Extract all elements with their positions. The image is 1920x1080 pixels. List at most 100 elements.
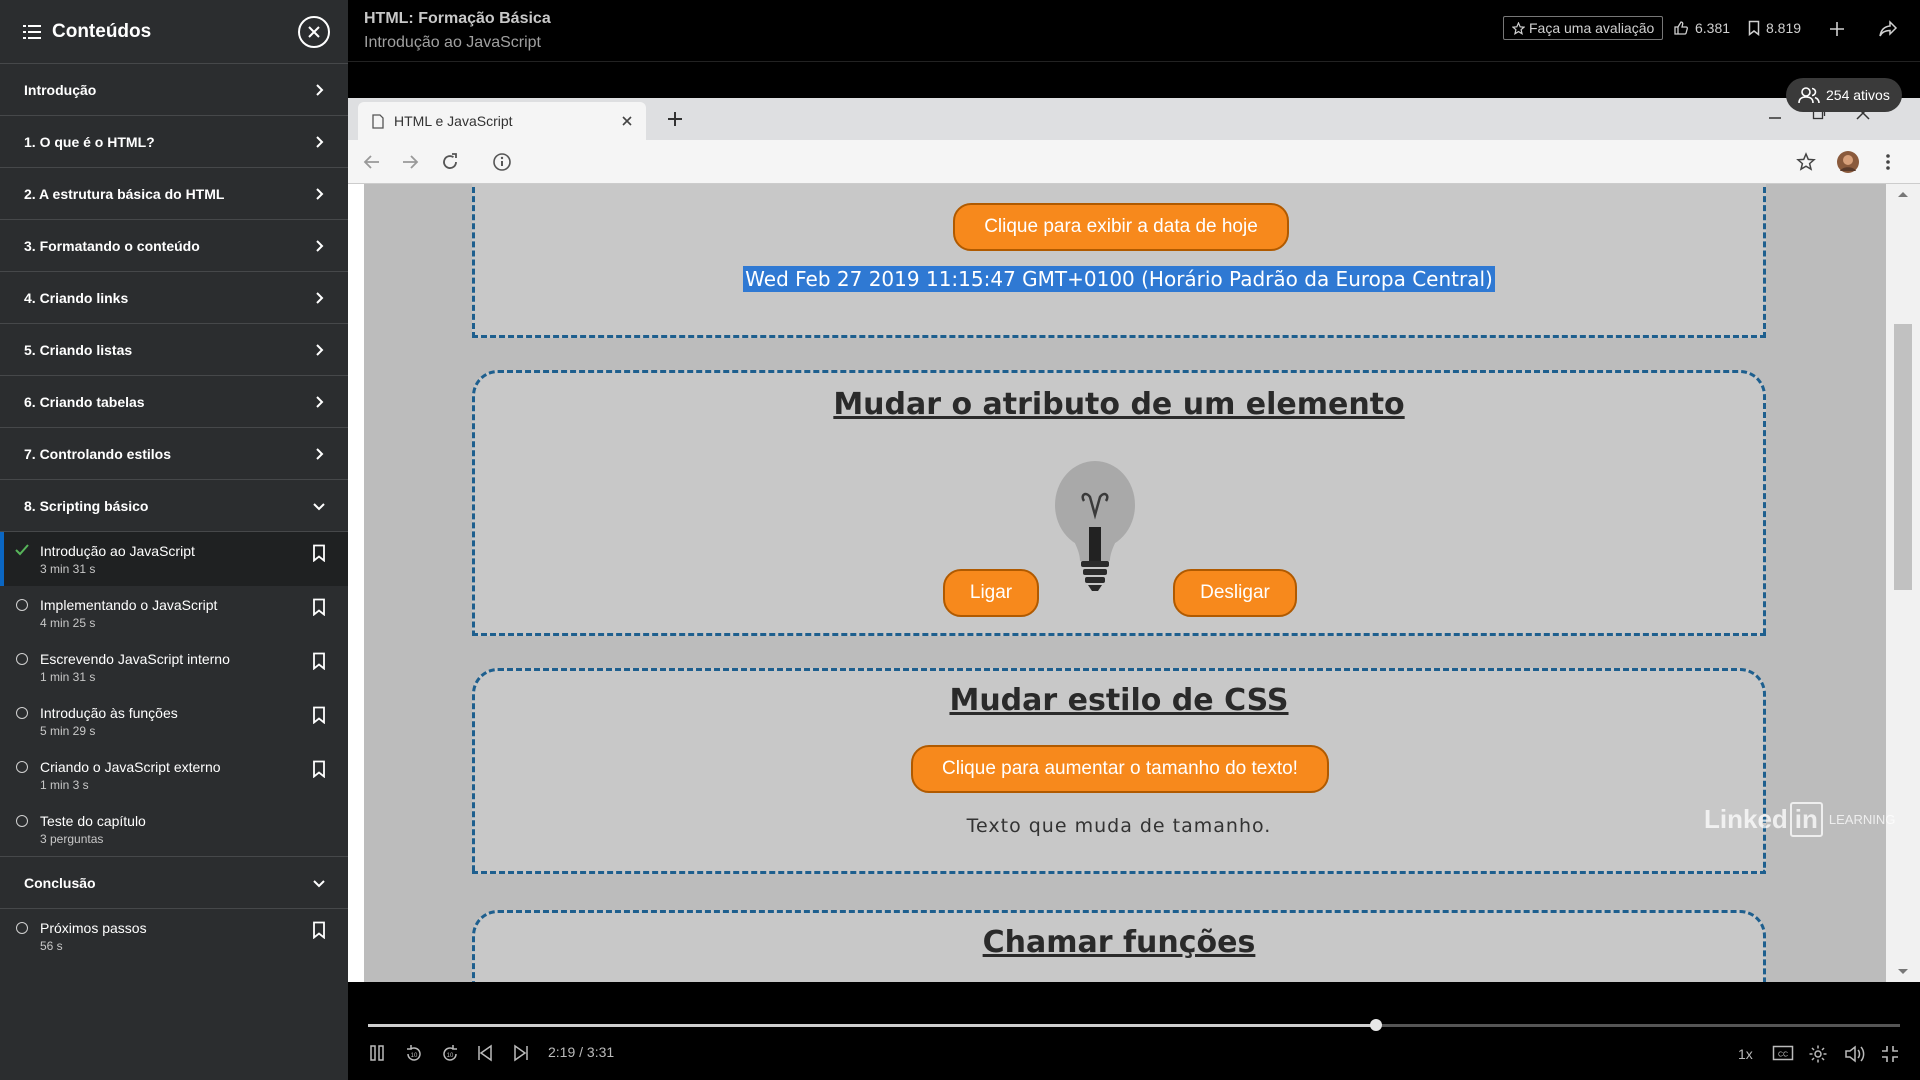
lesson-item[interactable]: Escrevendo JavaScript interno 1 min 31 s — [0, 640, 348, 694]
css-panel: Mudar estilo de CSS Clique para aumentar… — [472, 668, 1766, 874]
contents-sidebar: Conteúdos Introdução 1. O que é o HTML? 2.… — [0, 0, 348, 1080]
bookmark-icon[interactable] — [312, 760, 326, 778]
checkmark-icon — [15, 544, 29, 556]
incomplete-circle-icon — [16, 653, 28, 665]
chapter-item[interactable]: 3. Formatando o conteúdo — [0, 220, 348, 272]
turn-on-button: Ligar — [943, 569, 1039, 617]
lesson-duration: 1 min 31 s — [40, 670, 96, 684]
bookmark-icon[interactable] — [312, 652, 326, 670]
functions-panel: Chamar funções — [472, 910, 1766, 982]
lesson-title: Escrevendo JavaScript interno — [40, 651, 230, 667]
lesson-text: Criando o JavaScript externo 1 min 3 s — [40, 758, 312, 792]
chapter-item[interactable]: 7. Controlando estilos — [0, 428, 348, 480]
lesson-item[interactable]: Teste do capítulo 3 perguntas — [0, 802, 348, 856]
active-users-badge: 254 ativos — [1786, 78, 1902, 112]
chapter-item-scripting[interactable]: 8. Scripting básico — [0, 480, 348, 532]
lesson-duration: 1 min 3 s — [40, 778, 89, 792]
attribute-heading: Mudar o atributo de um elemento — [833, 387, 1405, 422]
bookmark-icon[interactable] — [312, 598, 326, 616]
chapter-label: 2. A estrutura básica do HTML — [24, 185, 225, 202]
svg-text:10: 10 — [447, 1053, 454, 1059]
volume-button[interactable] — [1844, 1044, 1866, 1064]
lesson-title: Introdução ao JavaScript — [364, 34, 541, 51]
chapter-item[interactable]: 5. Criando listas — [0, 324, 348, 376]
lesson-text: Próximos passos 56 s — [40, 919, 312, 953]
svg-text:10: 10 — [411, 1053, 418, 1059]
plus-icon — [1830, 22, 1844, 36]
chevron-right-icon — [316, 343, 324, 356]
chapter-label: 4. Criando links — [24, 289, 129, 306]
share-button[interactable] — [1878, 20, 1898, 38]
lesson-title: Teste do capítulo — [40, 813, 146, 829]
chapter-item[interactable]: Introdução — [0, 64, 348, 116]
settings-gear-button[interactable] — [1808, 1044, 1828, 1064]
lesson-text: Introdução ao JavaScript 3 min 31 s — [40, 542, 312, 576]
lesson-title: Implementando o JavaScript — [40, 597, 218, 613]
lesson-item[interactable]: Próximos passos 56 s — [0, 909, 348, 963]
lesson-item[interactable]: Criando o JavaScript externo 1 min 3 s — [0, 748, 348, 802]
recorded-web-page: Clique para exibir a data de hoje Wed Fe… — [364, 184, 1886, 982]
lesson-list: Introdução ao JavaScript 3 min 31 s Implem… — [0, 532, 348, 856]
functions-heading: Chamar funções — [982, 925, 1256, 960]
lesson-item[interactable]: Introdução ao JavaScript 3 min 31 s — [0, 532, 348, 586]
watermark-in: in — [1789, 802, 1823, 837]
page-scrollbar — [1886, 184, 1920, 982]
svg-text:CC: CC — [1778, 1052, 1788, 1059]
bookmark-icon[interactable] — [312, 921, 326, 939]
browser-toolbar — [348, 140, 1920, 184]
browser-tab: HTML e JavaScript — [358, 102, 646, 140]
captions-button[interactable]: CC — [1772, 1044, 1794, 1062]
lesson-text: Introdução às funções 5 min 29 s — [40, 704, 312, 738]
like-count: 6.381 — [1695, 20, 1731, 36]
star-icon — [1796, 152, 1816, 171]
rate-course-button[interactable]: Faça uma avaliação — [1503, 16, 1664, 40]
watermark-learning: LEARNING — [1828, 812, 1896, 827]
progress-handle[interactable] — [1370, 1019, 1383, 1031]
chevron-down-icon — [313, 879, 325, 887]
exit-fullscreen-button[interactable] — [1880, 1044, 1900, 1064]
thumbs-up-icon — [1674, 21, 1688, 35]
playback-speed-button[interactable]: 1x — [1738, 1046, 1753, 1062]
incomplete-circle-icon — [16, 707, 28, 719]
incomplete-circle-icon — [16, 922, 28, 934]
save-button[interactable]: 8.819 — [1748, 20, 1801, 36]
chevron-down-icon — [313, 502, 325, 510]
lesson-text: Escrevendo JavaScript interno 1 min 31 s — [40, 650, 312, 684]
scroll-up-icon — [1898, 192, 1908, 197]
chapter-item[interactable]: 2. A estrutura básica do HTML — [0, 168, 348, 220]
chevron-right-icon — [316, 135, 324, 148]
like-button[interactable]: 6.381 — [1673, 20, 1730, 36]
player-controls: 10 10 2:19 / 3:31 1x CC — [348, 982, 1920, 1080]
attribute-panel: Mudar o atributo de um elemento Ligar De… — [472, 370, 1766, 636]
lesson-item[interactable]: Implementando o JavaScript 4 min 25 s — [0, 586, 348, 640]
next-button[interactable] — [512, 1044, 530, 1062]
chapter-item-conclusao[interactable]: Conclusão — [0, 857, 348, 909]
bookmark-icon[interactable] — [312, 544, 326, 562]
chapter-item[interactable]: 6. Criando tabelas — [0, 376, 348, 428]
time-display: 2:19 / 3:31 — [548, 1044, 615, 1060]
forward-10-button[interactable]: 10 — [440, 1044, 460, 1064]
bookmark-icon[interactable] — [312, 706, 326, 724]
chapter-item[interactable]: 4. Criando links — [0, 272, 348, 324]
lesson-title: Criando o JavaScript externo — [40, 759, 221, 775]
scroll-down-icon — [1898, 969, 1908, 974]
progress-bar[interactable] — [368, 1019, 1900, 1031]
pause-button[interactable] — [368, 1044, 386, 1062]
share-icon — [1879, 20, 1898, 37]
resizable-text: Texto que muda de tamanho. — [966, 815, 1272, 837]
lesson-text: Implementando o JavaScript 4 min 25 s — [40, 596, 312, 630]
close-icon — [308, 25, 320, 38]
chevron-right-icon — [316, 239, 324, 252]
previous-button[interactable] — [476, 1044, 494, 1062]
add-to-collection-button[interactable] — [1828, 20, 1846, 38]
close-sidebar-button[interactable] — [298, 15, 330, 48]
rewind-10-button[interactable]: 10 — [404, 1044, 424, 1064]
video-player[interactable]: 254 ativos HTML e JavaScript Clique para… — [348, 62, 1920, 982]
chapter-label: Introdução — [24, 81, 97, 98]
info-icon — [493, 153, 511, 171]
chapter-item[interactable]: 1. O que é o HTML? — [0, 116, 348, 168]
course-header: HTML: Formação Básica Introdução ao Java… — [348, 0, 1920, 62]
lesson-duration: 3 perguntas — [40, 832, 104, 846]
lesson-text: Teste do capítulo 3 perguntas — [40, 812, 326, 846]
lesson-item[interactable]: Introdução às funções 5 min 29 s — [0, 694, 348, 748]
